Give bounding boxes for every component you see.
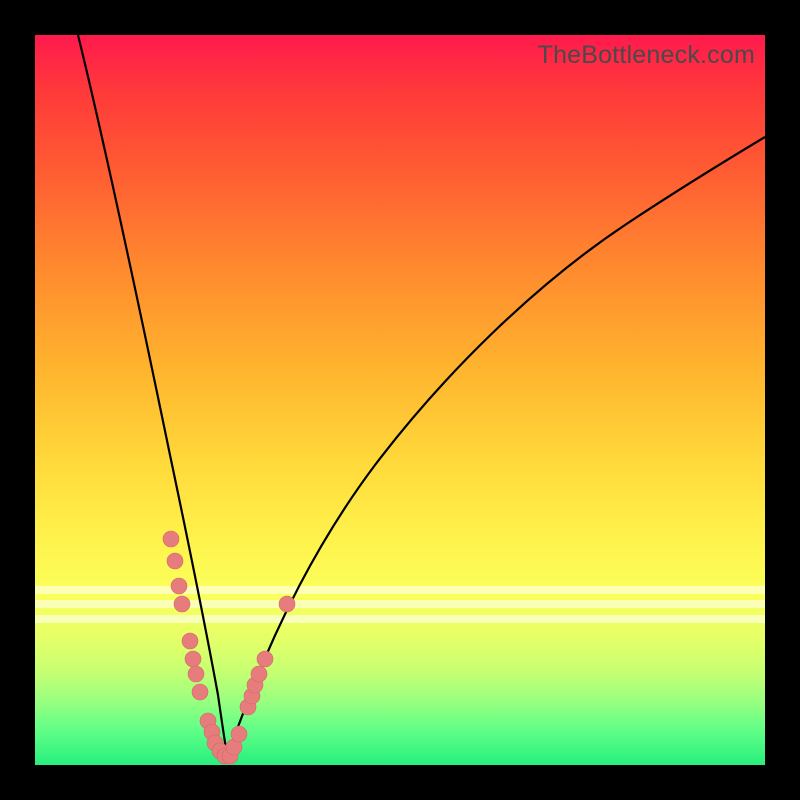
data-marker (167, 553, 183, 569)
left-curve (78, 35, 227, 755)
chart-svg (35, 35, 765, 765)
data-marker (251, 666, 267, 682)
data-marker (192, 684, 208, 700)
data-marker (257, 651, 273, 667)
marker-group (163, 531, 295, 764)
data-marker (163, 531, 179, 547)
watermark-text: TheBottleneck.com (538, 41, 755, 70)
data-marker (231, 726, 247, 742)
curve-group (78, 35, 765, 755)
data-marker (182, 633, 198, 649)
data-marker (171, 578, 187, 594)
data-marker (279, 596, 295, 612)
chart-frame: TheBottleneck.com (0, 0, 800, 800)
data-marker (185, 651, 201, 667)
plot-area: TheBottleneck.com (35, 35, 765, 765)
data-marker (188, 666, 204, 682)
data-marker (174, 596, 190, 612)
watermark-label: TheBottleneck.com (538, 41, 755, 69)
right-curve (227, 137, 765, 755)
